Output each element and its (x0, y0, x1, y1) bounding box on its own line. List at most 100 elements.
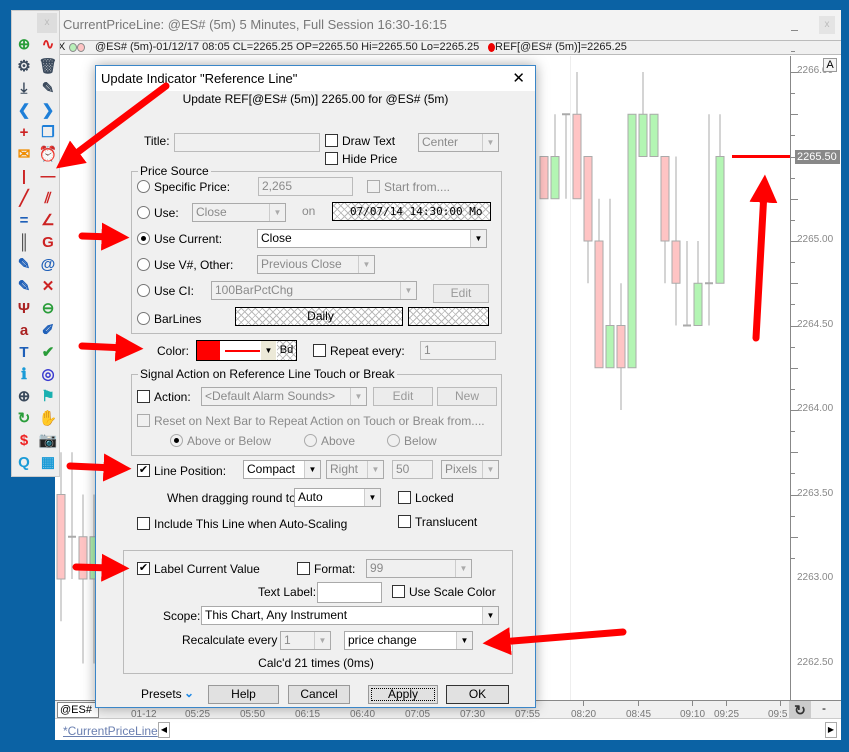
chevron-down-icon[interactable]: ▼ (261, 341, 276, 360)
alarm-clock-icon[interactable]: ⏰ (38, 145, 58, 165)
regression-icon[interactable]: ✎ (14, 255, 34, 275)
tab-currentpriceline[interactable]: *CurrentPriceLine (63, 724, 158, 738)
start-from-checkbox[interactable] (367, 180, 380, 193)
scroll-right-icon[interactable]: ▶ (825, 722, 837, 738)
scope-select[interactable]: This Chart, Any Instrument ▼ (201, 606, 499, 625)
vertical-line-icon[interactable]: | (14, 167, 34, 187)
format-checkbox[interactable] (297, 562, 310, 575)
grid-icon[interactable]: ▦ (38, 453, 58, 473)
download-icon[interactable]: ⤓ (14, 79, 34, 99)
price-alert-icon[interactable]: $ (14, 431, 34, 451)
info-icon[interactable]: ℹ (14, 365, 34, 385)
stop-order-icon[interactable]: ⊖ (38, 299, 58, 319)
line-position-checkbox[interactable]: ✔ (137, 464, 150, 477)
hand-icon[interactable]: ✋ (38, 409, 58, 429)
barlines-timeframe[interactable]: Daily (235, 307, 403, 326)
dialog-close-button[interactable]: ✕ (512, 69, 525, 87)
specific-price-radio[interactable] (137, 180, 150, 193)
toolbar-close-button[interactable]: x (37, 13, 57, 33)
autoscale-button[interactable]: A (823, 58, 837, 72)
hide-price-checkbox[interactable] (325, 152, 338, 165)
title-input[interactable] (174, 133, 320, 152)
arc-icon[interactable]: ✕ (38, 277, 58, 297)
note-icon[interactable]: ✉ (14, 145, 34, 165)
highlighter-icon[interactable]: ✐ (38, 321, 58, 341)
presets-button[interactable]: Presets (141, 687, 182, 701)
bold-button[interactable]: Bd (277, 341, 296, 360)
color-picker[interactable]: ▼ Bd (196, 340, 297, 361)
draw-text-checkbox[interactable] (325, 134, 338, 147)
use-select[interactable]: Close ▼ (192, 203, 286, 222)
use-ci-select[interactable]: 100BarPctChg ▼ (211, 281, 417, 300)
refresh-icon[interactable]: ↻ (14, 409, 34, 429)
recalc-count-select[interactable]: 1 ▼ (280, 631, 331, 650)
spiral-icon[interactable]: @ (38, 255, 58, 275)
barlines-radio[interactable] (137, 312, 150, 325)
trash-icon[interactable]: 🗑 (38, 57, 58, 77)
price-scale[interactable]: 2266.00 2265.00 2264.50 2264.00 2263.50 2263.… (790, 29, 841, 700)
quote-icon[interactable]: Q (14, 453, 34, 473)
fan-lines-icon[interactable]: ∠ (38, 211, 58, 231)
help-button[interactable]: Help (208, 685, 279, 704)
recalc-unit-select[interactable]: price change ▼ (344, 631, 473, 650)
parallel-lines-icon[interactable]: ⫽ (38, 189, 58, 209)
title-icon[interactable]: T (14, 343, 34, 363)
reset-checkbox[interactable] (137, 414, 150, 427)
use-scale-color-checkbox[interactable] (392, 585, 405, 598)
regression-channel-icon[interactable]: ✎ (14, 277, 34, 297)
offset-input[interactable]: 50 (392, 460, 433, 479)
text-align-select[interactable]: Center ▼ (418, 133, 499, 152)
gann-fan-icon[interactable]: G (38, 233, 58, 253)
use-radio[interactable] (137, 206, 150, 219)
add-chart-icon[interactable]: ⊕ (14, 35, 34, 55)
pitchfork-icon[interactable]: Ψ (14, 299, 34, 319)
repeat-every-checkbox[interactable] (313, 344, 326, 357)
zoom-icon[interactable]: ⊕ (14, 387, 34, 407)
horizontal-line-icon[interactable]: — (38, 167, 58, 187)
trendline-icon[interactable]: ╱ (14, 189, 34, 209)
scroll-left-icon[interactable]: ◀ (158, 722, 170, 738)
chevron-down-icon[interactable]: ⌄ (184, 686, 194, 700)
label-current-value-checkbox[interactable]: ✔ (137, 562, 150, 575)
include-autoscale-checkbox[interactable] (137, 517, 150, 530)
windows-icon[interactable]: ❐ (38, 123, 58, 143)
above-radio[interactable] (304, 434, 317, 447)
new-indicator-icon[interactable]: ∿ (38, 35, 58, 55)
dragging-select[interactable]: Auto ▼ (294, 488, 381, 507)
check-label-icon[interactable]: ✔ (38, 343, 58, 363)
format-select[interactable]: 99 ▼ (366, 559, 472, 578)
use-v-select[interactable]: Previous Close ▼ (257, 255, 375, 274)
window-close-button[interactable]: x (819, 16, 835, 34)
symbol-box[interactable]: @ES# (57, 702, 99, 718)
pencil-icon[interactable]: ✎ (38, 79, 58, 99)
crosshair-icon[interactable]: + (14, 123, 34, 143)
below-radio[interactable] (387, 434, 400, 447)
text-label-input[interactable] (317, 582, 382, 603)
double-line-icon[interactable]: = (14, 211, 34, 231)
use-current-select[interactable]: Close ▼ (257, 229, 487, 248)
action-select[interactable]: <Default Alarm Sounds> ▼ (201, 387, 367, 406)
chevron-left-icon[interactable]: ❮ (14, 101, 34, 121)
translucent-checkbox[interactable] (398, 515, 411, 528)
shapes-icon[interactable]: ◎ (38, 365, 58, 385)
chevron-right-icon[interactable]: ❯ (38, 101, 58, 121)
cycle-lines-icon[interactable]: ║ (14, 233, 34, 253)
ci-edit-button[interactable]: Edit (433, 284, 489, 303)
locked-checkbox[interactable] (398, 491, 411, 504)
apply-button[interactable]: Apply (368, 685, 438, 704)
use-current-radio[interactable] (137, 232, 150, 245)
refresh-scale-icon[interactable]: ↻ (789, 701, 811, 719)
text-icon[interactable]: a (14, 321, 34, 341)
action-new-button[interactable]: New (437, 387, 497, 406)
position-select[interactable]: Compact ▼ (243, 460, 321, 479)
specific-price-input[interactable]: 2,265 (258, 177, 353, 196)
on-date-input[interactable]: 07/07/14 14:30:00 Mo (332, 202, 491, 221)
use-ci-radio[interactable] (137, 284, 150, 297)
above-or-below-radio[interactable] (170, 434, 183, 447)
barlines-style[interactable] (408, 307, 489, 326)
action-edit-button[interactable]: Edit (373, 387, 433, 406)
side-select[interactable]: Right ▼ (326, 460, 384, 479)
action-checkbox[interactable] (137, 390, 150, 403)
use-v-radio[interactable] (137, 258, 150, 271)
camera-icon[interactable]: 📷 (38, 431, 58, 451)
